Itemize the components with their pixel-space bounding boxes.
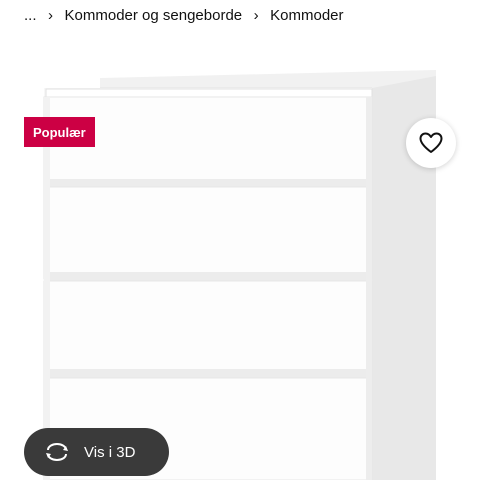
breadcrumb: ... › Kommoder og sengeborde › Kommoder — [0, 0, 480, 30]
rotate-3d-icon — [44, 442, 70, 462]
popular-badge: Populær — [24, 117, 95, 147]
chevron-right-icon: › — [253, 6, 259, 24]
chevron-right-icon: › — [48, 6, 54, 24]
breadcrumb-ellipsis[interactable]: ... — [24, 7, 37, 24]
favorite-button[interactable] — [406, 118, 456, 168]
view-in-3d-button[interactable]: Vis i 3D — [24, 428, 169, 476]
heart-icon — [419, 132, 443, 153]
view-in-3d-label: Vis i 3D — [84, 443, 136, 461]
product-image[interactable]: Populær — [0, 40, 480, 480]
breadcrumb-link-kommoder-og-sengeborde[interactable]: Kommoder og sengeborde — [65, 7, 243, 24]
breadcrumb-link-kommoder[interactable]: Kommoder — [270, 7, 343, 24]
dresser-image — [43, 70, 436, 480]
